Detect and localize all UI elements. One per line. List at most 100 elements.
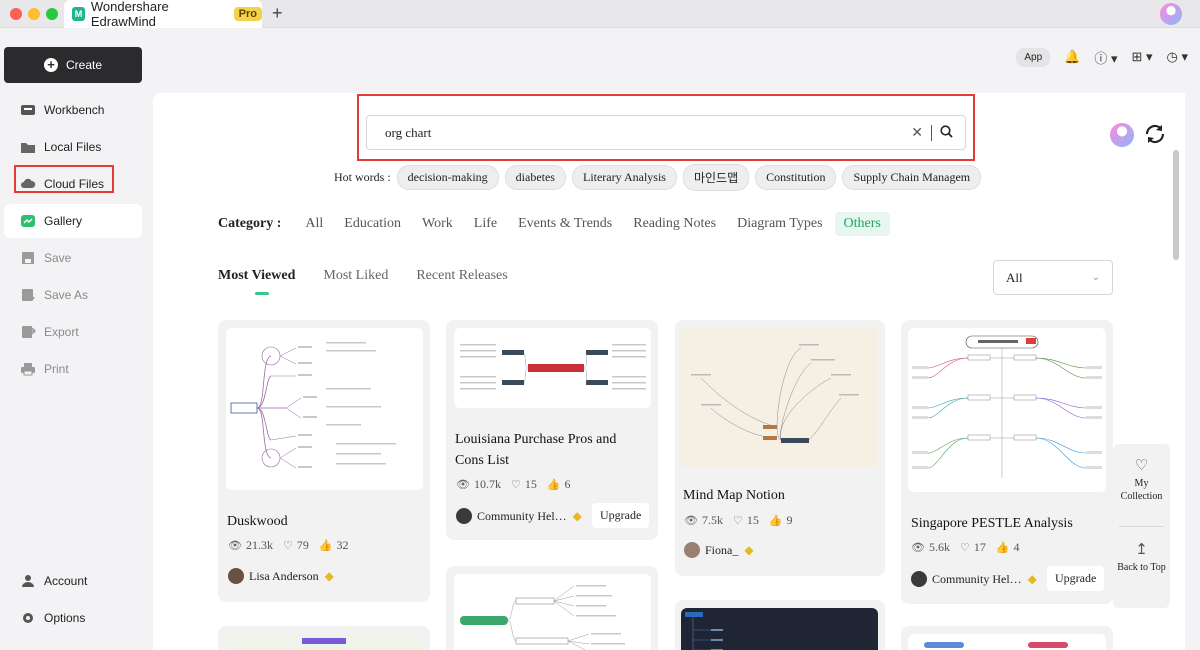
upgrade-button[interactable]: Upgrade [1047,566,1105,591]
cloud-files-highlight-box [14,165,114,193]
filter-select[interactable]: All ⌄ [993,260,1113,295]
tab-recent-releases[interactable]: Recent Releases [416,268,507,284]
author-avatar [456,508,472,524]
minimize-window-button[interactable] [28,8,40,20]
window-titlebar: M Wondershare EdrawMind Pro + [0,0,1200,29]
avatar-icon[interactable] [1110,123,1134,147]
back-to-top-button[interactable]: ↥ Back to Top [1113,542,1170,574]
hot-word-chip[interactable]: diabetes [504,164,566,190]
sidebar-item-print[interactable]: Print [4,352,142,386]
card-thumbnail [681,608,878,650]
scrollbar[interactable] [1173,150,1179,260]
refresh-icon[interactable] [1143,122,1167,152]
category-events-trends[interactable]: Events & Trends [518,212,612,236]
close-window-button[interactable] [10,8,22,20]
favorite-count: 15 [524,477,537,491]
create-button[interactable]: + Create [4,47,142,83]
search-input[interactable]: org chart [385,125,911,141]
card-author[interactable]: Community Hel… ◆ [456,508,582,524]
template-card[interactable]: Duskwood 👁 21.3k ♡ 79 👍 32 Lisa Anderson ◆ [218,320,430,602]
clear-icon[interactable]: ✕ [911,124,923,141]
hot-word-chip[interactable]: Supply Chain Managem [842,164,982,190]
template-card[interactable]: Louisiana Purchase Pros and Cons List 👁 1… [446,320,658,540]
favorite-count: 79 [296,538,309,552]
category-education[interactable]: Education [344,212,401,236]
filter-value: All [1006,269,1023,285]
author-avatar [911,571,927,587]
card-title: Singapore PESTLE Analysis [911,516,1073,531]
diamond-icon: ◆ [1027,571,1037,586]
new-tab-button[interactable]: + [272,3,283,24]
app-tab[interactable]: M Wondershare EdrawMind Pro [64,0,262,29]
user-avatar-icon[interactable] [1160,3,1182,25]
sidebar-item-gallery[interactable]: Gallery [4,204,142,238]
template-card[interactable] [675,600,885,650]
app-button[interactable]: App [1016,47,1051,67]
chevron-down-icon: ⌄ [1091,272,1100,283]
favorite-count: 17 [973,540,986,554]
card-author[interactable]: Fiona_ ◆ [684,542,754,558]
save-icon [20,251,36,265]
search-field[interactable]: org chart ✕ [366,115,966,150]
template-card[interactable]: Mind Map Notion 👁 7.5k ♡ 15 👍 9 Fiona_ ◆ [675,320,885,576]
eye-icon: 👁 [684,515,698,527]
card-author[interactable]: Lisa Anderson ◆ [228,568,334,584]
tab-most-liked[interactable]: Most Liked [323,268,388,284]
card-author[interactable]: Community Hel… ◆ [911,571,1037,587]
help-icon[interactable]: ⓘ ▾ [1094,48,1117,67]
card-title: Louisiana Purchase Pros and Cons List [455,432,617,468]
category-all[interactable]: All [305,212,323,236]
category-others[interactable]: Others [834,212,890,236]
sidebar-item-account[interactable]: Account [4,564,142,598]
category-reading-notes[interactable]: Reading Notes [633,212,716,236]
card-title: Mind Map Notion [683,488,785,503]
template-card[interactable] [446,566,658,650]
like-count: 6 [564,477,571,491]
template-card[interactable] [218,626,430,650]
folder-icon [20,140,36,154]
upgrade-button[interactable]: Upgrade [592,503,650,528]
shirt-theme-icon[interactable]: ◷ ▾ [1167,49,1188,65]
hot-word-chip[interactable]: Literary Analysis [571,164,677,190]
sidebar-item-label: Print [44,362,69,376]
tab-most-viewed[interactable]: Most Viewed [218,268,295,295]
category-diagram-types[interactable]: Diagram Types [737,212,822,236]
author-avatar [684,542,700,558]
heart-icon: ♡ [959,542,970,554]
template-card[interactable] [901,626,1113,650]
sidebar-item-save-as[interactable]: Save As [4,278,142,312]
hot-word-chip[interactable]: Constitution [755,164,837,190]
floating-panel: ♡ My Collection ↥ Back to Top [1113,444,1170,608]
sidebar-item-workbench[interactable]: Workbench [4,93,142,127]
hot-word-chip[interactable]: decision-making [396,164,499,190]
category-label: Category : [218,216,282,231]
card-thumbnail [226,634,423,650]
category-life[interactable]: Life [474,212,497,236]
sidebar-item-save[interactable]: Save [4,241,142,275]
apps-grid-icon[interactable]: ⊞ ▾ [1131,49,1152,65]
gear-icon [20,611,36,625]
bell-icon[interactable]: 🔔 [1064,49,1080,65]
eye-icon: 👁 [228,540,242,552]
author-name: Fiona_ [705,542,739,557]
my-collection-button[interactable]: ♡ My Collection [1113,459,1170,503]
sidebar-item-export[interactable]: Export [4,315,142,349]
like-count: 32 [336,538,349,552]
card-stats: 👁 7.5k ♡ 15 👍 9 [684,513,799,528]
template-card[interactable]: Singapore PESTLE Analysis 👁 5.6k ♡ 17 👍 4 C… [901,320,1113,604]
card-stats: 👁 10.7k ♡ 15 👍 6 [456,477,577,492]
search-icon[interactable] [940,124,953,141]
card-thumbnail [908,328,1106,492]
sidebar-item-local-files[interactable]: Local Files [4,130,142,164]
sidebar-item-label: Save [44,251,72,265]
sidebar-item-label: Options [44,611,86,625]
author-name: Lisa Anderson [249,568,319,583]
category-work[interactable]: Work [422,212,453,236]
tab-title: Wondershare EdrawMind [90,0,169,29]
zoom-window-button[interactable] [46,8,58,20]
print-icon [20,362,36,376]
sidebar-item-options[interactable]: Options [4,601,142,635]
arrow-up-icon: ↥ [1135,542,1148,558]
save-as-icon [20,288,36,302]
hot-word-chip[interactable]: 마인드맵 [682,163,750,191]
